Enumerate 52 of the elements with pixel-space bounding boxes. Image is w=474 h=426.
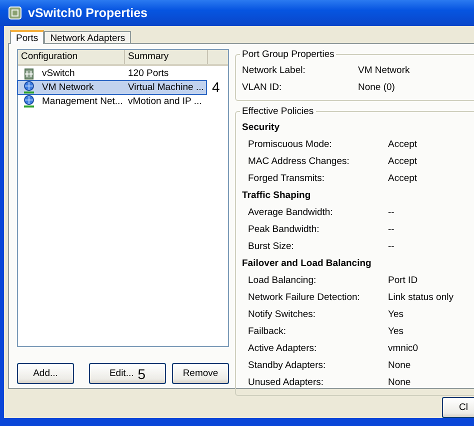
close-button[interactable]: Cl	[442, 397, 474, 418]
field-value: VM Network	[358, 65, 410, 76]
field-value: --	[388, 207, 394, 218]
field-value: Link status only	[388, 292, 454, 303]
field-value: Accept	[388, 139, 418, 150]
group-box: Port Group Properties Network Label: VM Network VLAN ID: None (0)	[235, 49, 474, 101]
field-label: VLAN ID:	[242, 82, 283, 93]
field-label: Notify Switches:	[247, 309, 317, 320]
field-value: Accept	[388, 156, 418, 167]
field-label: Load Balancing:	[247, 275, 318, 286]
column-header[interactable]: Configuration	[18, 50, 125, 64]
field-value: vmnic0	[388, 343, 418, 354]
callout-number: 4	[212, 81, 220, 94]
list-row[interactable]: Management Net... vMotion and IP ...	[18, 95, 206, 108]
field-value: --	[388, 224, 394, 235]
dialog-button[interactable]: Add...	[17, 363, 74, 384]
field-value: None	[388, 377, 411, 388]
tab[interactable]: Network Adapters	[44, 31, 132, 43]
field-value: Yes	[388, 326, 404, 337]
field-label: Standby Adapters:	[247, 360, 327, 371]
field-value: Port ID	[388, 275, 418, 286]
section-heading: Traffic Shaping	[242, 189, 312, 203]
field-value: None	[388, 360, 411, 371]
dialog-button[interactable]: Remove	[172, 363, 229, 384]
field-label: MAC Address Changes:	[247, 156, 350, 167]
section-heading: Security	[242, 121, 280, 135]
field-value: Accept	[388, 173, 418, 184]
column-header[interactable]: Summary	[125, 50, 208, 64]
list-row[interactable]: VM Network Virtual Machine ...	[18, 81, 206, 94]
section-heading: Failover and Load Balancing	[242, 257, 372, 271]
app-icon	[8, 6, 22, 20]
network-icon	[23, 81, 35, 94]
switch-icon	[23, 68, 35, 80]
tab[interactable]: Ports	[10, 30, 44, 44]
field-label: Network Label:	[242, 65, 306, 76]
field-label: Forged Transmits:	[247, 173, 326, 184]
group-box: Effective Policies Security Promiscuous Mode: Accept MAC Address Changes: Accept Forged Transmits: Accept Traffic Shaping Average Bandwidth: -- Peak Bandwidth: -- Burst Size: -- Failover and Load Balancing Load Balancing: Port ID Network Failure Detection: Link status only Notify Switches: Yes Failback: Yes Active Adapters: vmnic0 Standby Adapters: None Unused Adapters: None	[235, 106, 474, 396]
dialog-button[interactable]: Edit... 5	[89, 363, 166, 384]
network-icon	[23, 95, 35, 108]
field-value: Yes	[388, 309, 404, 320]
field-value: --	[388, 241, 394, 252]
field-label: Active Adapters:	[247, 343, 318, 354]
field-label: Average Bandwidth:	[247, 207, 334, 218]
field-label: Promiscuous Mode:	[247, 139, 333, 150]
field-label: Peak Bandwidth:	[247, 224, 320, 235]
field-label: Burst Size:	[247, 241, 295, 252]
field-label: Network Failure Detection:	[247, 292, 361, 303]
field-label: Failback:	[247, 326, 288, 337]
field-label: Unused Adapters:	[247, 377, 325, 388]
window-title: vSwitch0 Properties	[28, 6, 148, 20]
list-row[interactable]: vSwitch 120 Ports	[18, 67, 206, 80]
field-value: None (0)	[358, 82, 395, 93]
